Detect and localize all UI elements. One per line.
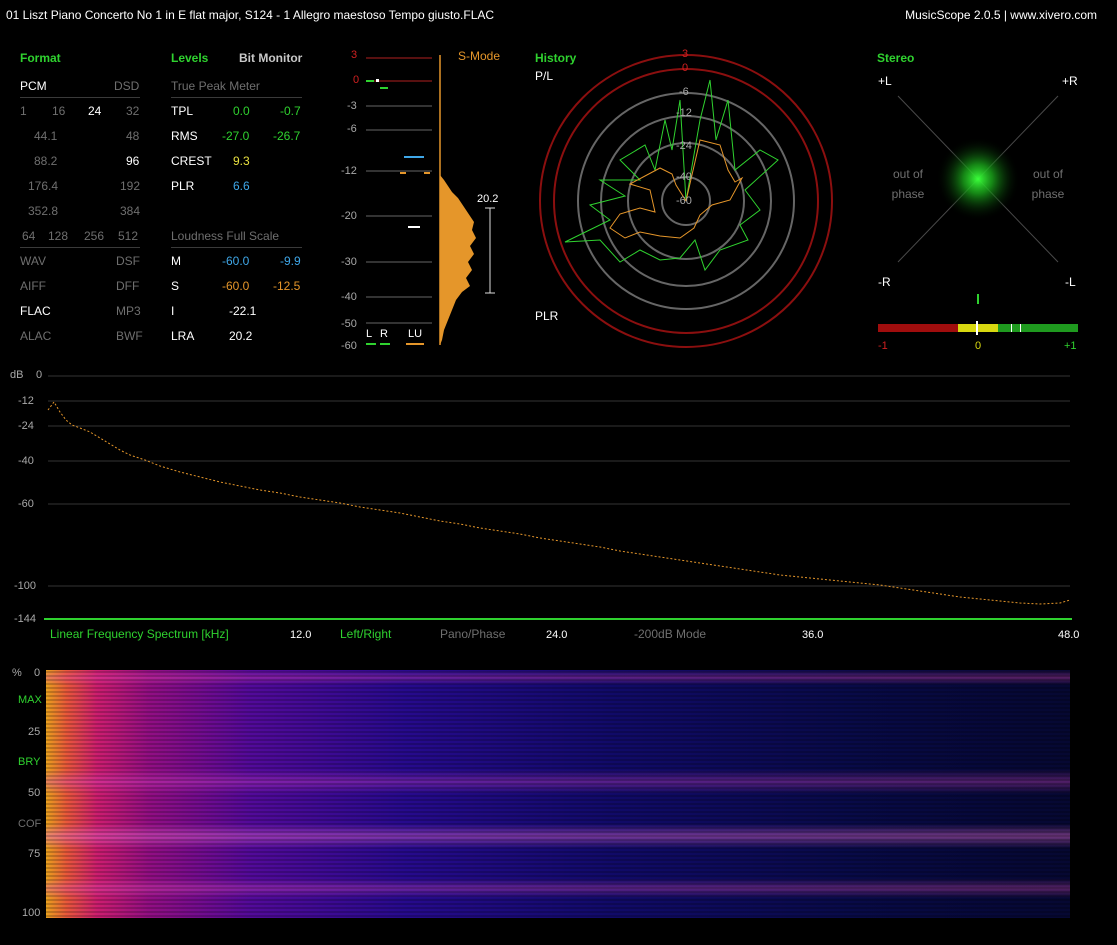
bry-marker: BRY bbox=[18, 756, 41, 768]
freq-tick-48: 48.0 bbox=[1058, 629, 1080, 641]
spectrogram-image bbox=[46, 670, 1070, 918]
freq-tick-12: 12.0 bbox=[290, 629, 312, 641]
db200-mode-button[interactable]: -200dB Mode bbox=[634, 627, 706, 641]
spectrum-trace bbox=[47, 401, 1071, 605]
pct-tick-50: 50 bbox=[28, 787, 41, 799]
max-marker: MAX bbox=[18, 694, 42, 706]
pano-phase-button[interactable]: Pano/Phase bbox=[440, 627, 505, 641]
spectrum-mode-linear[interactable]: Linear Frequency Spectrum [kHz] bbox=[50, 627, 229, 641]
pct-tick-25: 25 bbox=[28, 726, 41, 738]
pct-tick-100: 100 bbox=[22, 907, 41, 919]
left-right-button[interactable]: Left/Right bbox=[340, 627, 391, 641]
pct-tick-75: 75 bbox=[28, 848, 41, 860]
freq-tick-36: 36.0 bbox=[802, 629, 824, 641]
freq-tick-24: 24.0 bbox=[546, 629, 568, 641]
pct-label: % bbox=[12, 667, 22, 679]
cof-marker: COF bbox=[18, 818, 42, 830]
pct-tick-0: 0 bbox=[34, 667, 41, 679]
